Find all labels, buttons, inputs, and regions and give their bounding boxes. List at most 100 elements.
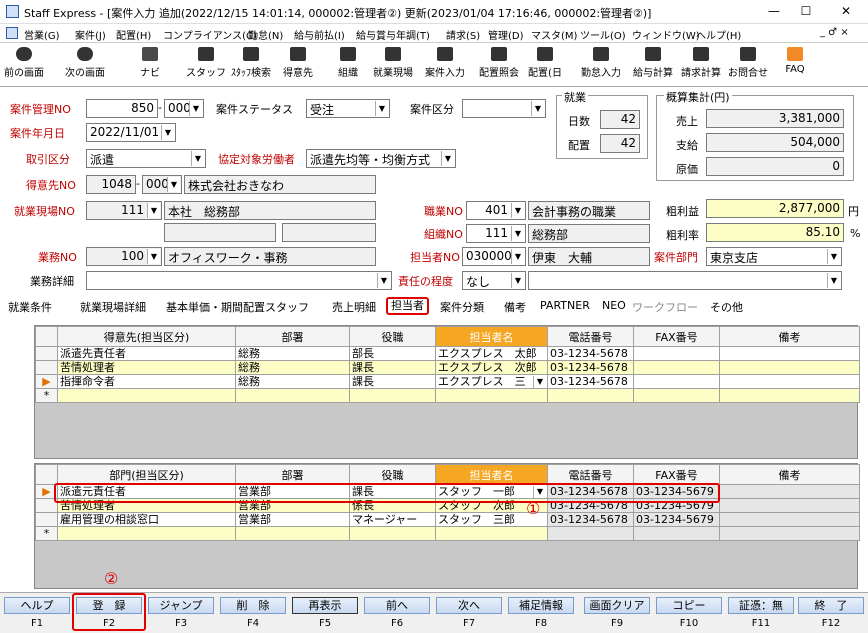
maximize-button[interactable]: ☐ <box>796 4 816 18</box>
menu-anken[interactable]: 案件(J) <box>75 27 106 42</box>
delete-button[interactable]: 削 除 <box>220 597 286 614</box>
voucher-button[interactable]: 証憑：無 <box>728 597 794 614</box>
table-row[interactable]: 派遣先責任者 総務 部長 エクスプレス 太郎 03-1234-5678 <box>35 346 860 361</box>
back-arrow-icon <box>16 47 32 61</box>
ararir-unit: % <box>850 227 861 240</box>
mdi-controls[interactable]: _ ♂ × <box>820 27 849 38</box>
fkey-label: F9 <box>610 618 624 629</box>
tab-workflow[interactable]: ワークフロー <box>632 299 698 315</box>
tokuisaki-sub-select[interactable]: 000 ▼ <box>142 175 182 194</box>
label-case-no: 案件管理NO <box>10 103 71 116</box>
menu-kyuyo[interactable]: 給与賞与年調(T) <box>356 27 430 42</box>
label-genka: 原価 <box>676 163 698 176</box>
kyotei-select[interactable]: 派遣先均等・均衡方式 ▼ <box>306 149 456 168</box>
menu-kanri[interactable]: 管理(D) <box>488 27 524 42</box>
staff-button[interactable]: スタッフ <box>186 45 226 85</box>
gyomu-detail-select[interactable]: ▼ <box>86 271 392 290</box>
tab-anken-bunrui[interactable]: 案件分類 <box>440 299 484 315</box>
soshiki-no-select[interactable]: 111 ▼ <box>466 224 526 243</box>
bumon-select[interactable]: 東京支店 ▼ <box>706 247 842 266</box>
minimize-button[interactable]: — <box>764 4 784 18</box>
col-header: 電話番号 <box>547 326 634 347</box>
tokuisaki-no-field[interactable]: 1048 <box>86 175 136 194</box>
menu-kintai[interactable]: 勤怠(N) <box>248 27 283 42</box>
tab-kihon-tanka[interactable]: 基本単価・期間配置スタッフ <box>166 299 309 315</box>
sekinin-select[interactable]: なし ▼ <box>462 271 526 290</box>
new-row-marker: * <box>35 526 58 541</box>
kintai-input-button[interactable]: 勤怠入力 <box>578 45 624 85</box>
menu-seikyu[interactable]: 請求(S) <box>446 27 480 42</box>
label-tokuisaki: 得意先NO <box>26 179 76 192</box>
next-screen-button[interactable]: 次の画面 <box>60 45 110 85</box>
soshiki-button[interactable]: 組織 <box>330 45 366 85</box>
torihiki-select[interactable]: 派遣 ▼ <box>86 149 206 168</box>
supplement-button[interactable]: 補足情報 <box>508 597 574 614</box>
chevron-down-icon: ▼ <box>511 249 524 264</box>
prev-screen-button[interactable]: 前の画面 <box>2 45 46 85</box>
case-status-select[interactable]: 受注 ▼ <box>306 99 390 118</box>
refresh-button[interactable]: 再表示 <box>292 597 358 614</box>
tab-neo[interactable]: NEO <box>602 299 626 312</box>
kyuyo-calc-button[interactable]: 給与計算 <box>630 45 676 85</box>
table-row[interactable]: 雇用管理の相談窓口 営業部 マネージャー スタッフ 三郎 03-1234-5678 03-… <box>35 512 860 527</box>
table-row[interactable]: 苦情処理者 総務 課長 エクスプレス 次郎 03-1234-5678 <box>35 360 860 375</box>
case-date-picker[interactable]: 2022/11/01 ▼ <box>86 123 176 142</box>
tab-tantosha[interactable]: 担当者 <box>386 297 429 315</box>
tab-partner[interactable]: PARTNER <box>540 299 590 312</box>
fkey-label: F1 <box>30 618 44 629</box>
genba-no-select[interactable]: 111 ▼ <box>86 201 162 220</box>
marker-2: ② <box>104 569 119 588</box>
menu-haichi[interactable]: 配置(H) <box>116 27 151 42</box>
tab-shugyo-joken[interactable]: 就業条件 <box>8 299 52 315</box>
col-header: 得意先(担当区分) <box>57 326 236 347</box>
tanto-no-select[interactable]: 030000 ▼ <box>462 247 526 266</box>
menu-tool[interactable]: ツール(O) <box>580 27 626 42</box>
label-gyomu-detail: 業務詳細 <box>30 275 74 288</box>
case-sub-select[interactable]: 000 ▼ <box>164 99 204 118</box>
jump-button[interactable]: ジャンプ <box>148 597 214 614</box>
tab-uriage[interactable]: 売上明細 <box>332 299 376 315</box>
col-header: 備考 <box>719 464 860 485</box>
seikyu-calc-button[interactable]: 請求計算 <box>678 45 724 85</box>
case-no-field[interactable]: 850 <box>86 99 158 118</box>
clear-button[interactable]: 画面クリア <box>584 597 650 614</box>
shikyu-field: 504,000 <box>706 133 844 152</box>
label-haichi-count: 配置 <box>568 139 590 152</box>
staff-search-button[interactable]: ｽﾀｯﾌ検索 <box>228 45 274 85</box>
sekinin-detail-select[interactable]: ▼ <box>528 271 842 290</box>
genba-button[interactable]: 就業現場 <box>368 45 418 85</box>
next-button[interactable]: 次へ <box>436 597 502 614</box>
table-row[interactable]: ▶ 指揮命令者 総務 課長 エクスプレス 三 ▼ 03-1234-5678 <box>35 374 860 389</box>
faq-button[interactable]: FAQ <box>778 45 812 85</box>
shokugyo-no-select[interactable]: 401 ▼ <box>466 201 526 220</box>
tokuisaki-name-field: 株式会社おきなわ <box>184 175 376 194</box>
tokuisaki-button[interactable]: 得意先 <box>278 45 318 85</box>
menu-eigyo[interactable]: 営業(G) <box>24 27 60 42</box>
tab-genba-detail[interactable]: 就業現場詳細 <box>80 299 146 315</box>
col-header: 備考 <box>719 326 860 347</box>
gyomu-no-select[interactable]: 100 ▼ <box>86 247 162 266</box>
menu-help[interactable]: ヘルプ(H) <box>696 27 741 42</box>
arari-field: 2,877,000 <box>706 199 844 218</box>
menu-master[interactable]: マスタ(M) <box>531 27 577 42</box>
tab-biko[interactable]: 備考 <box>504 299 526 315</box>
haichi-day-button[interactable]: 配置(日 <box>526 45 564 85</box>
help-button[interactable]: ヘルプ <box>4 597 70 614</box>
prev-button[interactable]: 前へ <box>364 597 430 614</box>
col-header: 電話番号 <box>547 464 634 485</box>
contact-button[interactable]: お問合せ <box>726 45 770 85</box>
close-button[interactable]: ✕ <box>836 4 856 18</box>
menu-window[interactable]: ウィンドウ(W) <box>632 27 700 42</box>
uriage-field: 3,381,000 <box>706 109 844 128</box>
case-kbn-select[interactable]: ▼ <box>462 99 546 118</box>
haichi-inquiry-button[interactable]: 配置照会 <box>474 45 524 85</box>
navi-button[interactable]: ナビ <box>132 45 168 85</box>
menu-maebarai[interactable]: 給与前払(I) <box>294 27 345 42</box>
anken-input-button[interactable]: 案件入力 <box>420 45 470 85</box>
copy-button[interactable]: コピー <box>656 597 722 614</box>
menu-compliance[interactable]: コンプライアンス(C) <box>163 27 257 42</box>
tab-other[interactable]: その他 <box>710 299 743 315</box>
new-row[interactable]: * <box>35 526 860 541</box>
exit-button[interactable]: 終 了 <box>798 597 864 614</box>
new-row[interactable]: * <box>35 388 860 403</box>
